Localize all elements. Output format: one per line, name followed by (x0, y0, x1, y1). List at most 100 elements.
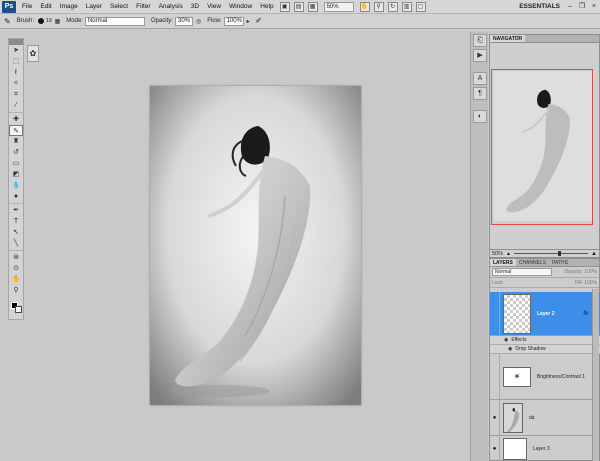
rotate-view-icon[interactable]: ↻ (387, 1, 398, 12)
blend-mode-select[interactable]: Normal (492, 268, 552, 276)
quick-select-tool-icon[interactable]: ✧ (9, 78, 23, 89)
navigator-view-box[interactable] (491, 69, 593, 225)
zoom-tool-icon[interactable]: ⚲ (9, 285, 23, 296)
tab-layers[interactable]: LAYERS (490, 259, 516, 266)
eye-icon[interactable]: ● (490, 436, 500, 461)
minimize-icon[interactable]: – (565, 2, 575, 12)
healing-brush-tool-icon[interactable]: ✚ (9, 114, 23, 125)
type-tool-icon[interactable]: T (9, 216, 23, 227)
tab-paths[interactable]: PATHS (549, 259, 571, 266)
hand-tool-icon[interactable]: ✋ (359, 1, 370, 12)
layer-row-layer-3[interactable]: ● Layer 3 (490, 436, 600, 461)
menu-help[interactable]: Help (256, 3, 277, 10)
dodge-tool-icon[interactable]: ● (9, 191, 23, 202)
path-selection-tool-icon[interactable]: ↖ (9, 227, 23, 238)
pen-tool-icon[interactable]: ✒ (9, 205, 23, 216)
zoom-out-icon[interactable]: ▲ (506, 251, 511, 257)
tool-divider (9, 203, 23, 204)
layer-name: Brightness/Contrast 1 (537, 373, 586, 380)
navigator-zoom-value[interactable]: 50% (492, 251, 506, 257)
layers-tabs: LAYERS CHANNELS PATHS (490, 259, 599, 267)
actions-panel-icon[interactable]: ▶ (473, 49, 487, 62)
zoom-in-icon[interactable]: ▲ (591, 251, 597, 257)
hand-tool-icon[interactable]: ✋ (9, 274, 23, 285)
history-brush-tool-icon[interactable]: ↺ (9, 147, 23, 158)
tools-panel: ➤ ⬚ ℓ ✧ ⌗ ⁄ ✚ ✎ ♜ ↺ ▭ ◩ 💧 ● ✒ T ↖ ╲ ⊛ ⊙ … (8, 38, 24, 320)
extras-icon[interactable]: ▦ (307, 1, 318, 12)
layer-name: Layer 3 (533, 445, 550, 452)
background-color-swatch[interactable] (15, 306, 22, 313)
options-bar: ✎ Brush: 19 ▦ Mode: Normal Opacity: 30% … (0, 14, 600, 29)
tab-navigator[interactable]: NAVIGATOR (490, 35, 526, 42)
arrange-documents-icon[interactable]: ▥ (401, 1, 412, 12)
flow-input[interactable]: 100% (223, 16, 244, 26)
navigator-zoom-knob[interactable] (558, 251, 562, 256)
panel-dock-strip: ⎗ ▶ A ¶ ◐ (470, 32, 488, 461)
shape-tool-icon[interactable]: ╲ (9, 238, 23, 249)
menu-layer[interactable]: Layer (82, 3, 106, 10)
airbrush-icon[interactable]: ▸ (247, 18, 250, 25)
menu-image[interactable]: Image (56, 3, 82, 10)
crop-tool-icon[interactable]: ⌗ (9, 89, 23, 100)
layer-opacity[interactable]: Opacity: 100% (564, 269, 597, 275)
lasso-tool-icon[interactable]: ℓ (9, 67, 23, 78)
visibility-toggle[interactable] (490, 354, 500, 399)
menu-file[interactable]: File (18, 3, 36, 10)
clone-stamp-tool-icon[interactable]: ♜ (9, 136, 23, 147)
adjustments-panel-icon[interactable]: ◐ (473, 110, 487, 123)
fx-icon[interactable]: fx (583, 311, 588, 317)
menu-3d[interactable]: 3D (187, 3, 203, 10)
blur-tool-icon[interactable]: 💧 (9, 180, 23, 191)
workspace-switcher[interactable]: ESSENTIALS (519, 3, 560, 10)
menu-edit[interactable]: Edit (36, 3, 55, 10)
brush-presets-icon[interactable]: ▦ (55, 18, 61, 25)
tab-channels[interactable]: CHANNELS (515, 259, 550, 266)
eye-icon[interactable]: ● (490, 400, 500, 435)
bridge-icon[interactable]: ▣ (279, 1, 290, 12)
3d-orbit-tool-icon[interactable]: ⊙ (9, 263, 23, 274)
layer-fill[interactable]: Fill: 100% (575, 280, 597, 286)
character-panel-icon[interactable]: A (473, 72, 487, 85)
minibridge-icon[interactable]: ▤ (293, 1, 304, 12)
opacity-pressure-icon[interactable]: ◎ (196, 18, 201, 25)
brush-preview[interactable] (38, 18, 45, 24)
layer-row-layer-2[interactable]: Layer 2 fx (490, 292, 600, 336)
zoom-tool-icon[interactable]: ⚲ (373, 1, 384, 12)
layer-effects-row[interactable]: ◉ Effects (490, 336, 600, 345)
brush-tool-icon[interactable]: ✎ (9, 125, 23, 136)
layers-scrollbar[interactable] (592, 289, 599, 461)
screen-mode-icon[interactable]: ▢ (415, 1, 426, 12)
eye-icon[interactable]: ◉ (504, 337, 508, 343)
history-panel-icon[interactable]: ⎗ (473, 34, 487, 47)
zoom-select[interactable]: 50% (323, 1, 354, 12)
layer-row-brightness-contrast[interactable]: ☀ Brightness/Contrast 1 (490, 354, 600, 400)
document-canvas[interactable] (150, 86, 361, 405)
menu-view[interactable]: View (203, 3, 225, 10)
navigator-zoom-slider[interactable] (513, 251, 589, 256)
paragraph-panel-icon[interactable]: ¶ (473, 87, 487, 100)
drop-shadow-effect-row[interactable]: ◉ Drop Shadow (490, 345, 600, 354)
menu-filter[interactable]: Filter (132, 3, 154, 10)
layer-thumbnail (503, 402, 523, 433)
eye-icon[interactable]: ◉ (508, 346, 512, 352)
restore-icon[interactable]: ❐ (577, 2, 587, 12)
brush-tool-icon[interactable]: ✎ (4, 17, 11, 26)
gradient-tool-icon[interactable]: ◩ (9, 169, 23, 180)
brush-panel-button[interactable]: ✿ (27, 45, 39, 62)
layer-row-da[interactable]: ● da (490, 400, 600, 436)
marquee-tool-icon[interactable]: ⬚ (9, 56, 23, 67)
close-icon[interactable]: × (589, 2, 599, 12)
menu-select[interactable]: Select (106, 3, 132, 10)
eyedropper-tool-icon[interactable]: ⁄ (9, 100, 23, 111)
menu-analysis[interactable]: Analysis (155, 3, 187, 10)
brush-size: 19 (46, 18, 52, 24)
tablet-pressure-icon[interactable]: ✐ (256, 17, 262, 25)
visibility-toggle[interactable] (490, 292, 500, 335)
3d-rotate-tool-icon[interactable]: ⊛ (9, 252, 23, 263)
mode-select[interactable]: Normal (84, 16, 145, 26)
menu-window[interactable]: Window (225, 3, 256, 10)
move-tool-icon[interactable]: ➤ (9, 45, 23, 56)
eraser-tool-icon[interactable]: ▭ (9, 158, 23, 169)
brush-presets-icon: ✿ (29, 49, 37, 58)
opacity-input[interactable]: 30% (174, 16, 193, 26)
